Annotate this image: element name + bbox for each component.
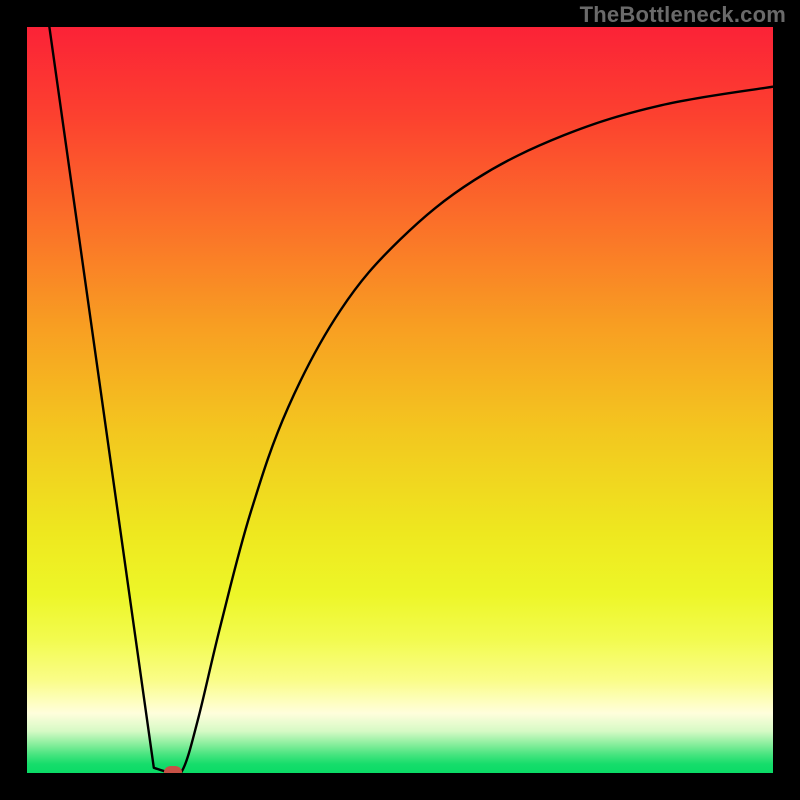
- plot-area: [27, 27, 773, 773]
- bottleneck-curve: [27, 27, 773, 773]
- optimum-dot: [164, 766, 182, 774]
- watermark-text: TheBottleneck.com: [580, 2, 786, 28]
- chart-frame: TheBottleneck.com: [0, 0, 800, 800]
